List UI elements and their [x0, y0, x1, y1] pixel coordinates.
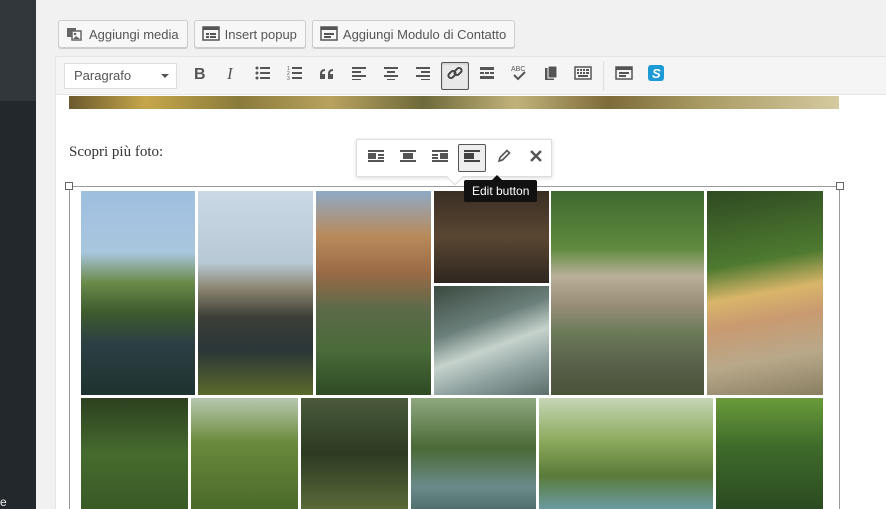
- format-select[interactable]: Paragrafo: [64, 62, 177, 89]
- remove-icon: [529, 149, 543, 168]
- toolbar-toggle-button[interactable]: [569, 62, 597, 90]
- add-contact-form-button[interactable]: Aggiungi Modulo di Contatto: [311, 20, 516, 48]
- resize-handle-top-left[interactable]: [65, 182, 73, 190]
- image-align-right-button[interactable]: [426, 144, 454, 172]
- numbered-list-icon: 123: [287, 66, 303, 85]
- sidebar-footer-text: e: [0, 495, 7, 509]
- svg-text:ABC: ABC: [511, 66, 525, 73]
- spellcheck-button[interactable]: ABC: [505, 62, 533, 90]
- photo-gallery-image[interactable]: [81, 191, 823, 509]
- blockquote-button[interactable]: [313, 62, 341, 90]
- align-right-icon: [431, 149, 449, 168]
- add-media-icon: [66, 26, 84, 42]
- link-icon: [446, 64, 464, 87]
- gallery-photo: [81, 398, 188, 509]
- chevron-down-icon: [160, 68, 170, 83]
- gallery-photo: [539, 398, 713, 509]
- gallery-photo: [434, 191, 549, 283]
- edit-pencil-icon: [496, 148, 512, 169]
- svg-text:B: B: [194, 66, 206, 81]
- add-media-button[interactable]: Aggiungi media: [58, 20, 188, 48]
- align-center-icon: [399, 149, 417, 168]
- form-button[interactable]: [610, 62, 638, 90]
- sidebar-menu-area[interactable]: [0, 0, 36, 101]
- svg-text:I: I: [226, 65, 234, 81]
- format-select-value: Paragrafo: [74, 68, 132, 83]
- gallery-photo: [716, 398, 823, 509]
- numbered-list-button[interactable]: 123: [281, 62, 309, 90]
- align-left-button[interactable]: [345, 62, 373, 90]
- gallery-photo: [551, 191, 704, 395]
- insert-popup-label: Insert popup: [224, 26, 297, 42]
- align-right-button[interactable]: [409, 62, 437, 90]
- gallery-photo: [301, 398, 408, 509]
- align-center-icon: [383, 66, 399, 85]
- align-center-button[interactable]: [377, 62, 405, 90]
- shortcode-icon: S: [648, 65, 664, 86]
- image-align-left-button[interactable]: [362, 144, 390, 172]
- paragraph-text[interactable]: Scopri più foto:: [69, 144, 163, 161]
- shortcode-button[interactable]: S: [642, 62, 670, 90]
- bullet-list-button[interactable]: [249, 62, 277, 90]
- admin-sidebar: e: [0, 0, 36, 509]
- italic-icon: I: [224, 64, 238, 86]
- remove-image-button[interactable]: [522, 144, 550, 172]
- popup-icon: [201, 26, 220, 42]
- read-more-button[interactable]: [473, 62, 501, 90]
- gallery-photo: [707, 191, 823, 395]
- spellcheck-icon: ABC: [510, 64, 528, 87]
- align-none-icon: [463, 149, 481, 168]
- toolbar-toggle-icon: [574, 66, 592, 85]
- italic-button[interactable]: I: [217, 62, 245, 90]
- blockquote-icon: [319, 67, 335, 85]
- contact-form-icon: [320, 26, 338, 42]
- gallery-photo: [198, 191, 313, 395]
- resize-handle-top-right[interactable]: [836, 182, 844, 190]
- media-buttons-row: Aggiungi media Insert popup Aggiungi Mod…: [58, 20, 516, 48]
- add-contact-form-label: Aggiungi Modulo di Contatto: [342, 26, 507, 42]
- align-right-icon: [415, 66, 431, 85]
- distraction-free-button[interactable]: [537, 62, 565, 90]
- read-more-icon: [479, 66, 495, 85]
- svg-text:S: S: [652, 66, 661, 81]
- bold-icon: B: [192, 65, 206, 86]
- distraction-free-icon: [544, 65, 558, 86]
- gallery-photo: [411, 398, 536, 509]
- bold-button[interactable]: B: [185, 62, 213, 90]
- add-media-label: Aggiungi media: [89, 26, 179, 42]
- editor-toolbar: Paragrafo B I 123 ABC S: [56, 57, 886, 95]
- bullet-list-icon: [255, 66, 271, 85]
- image-inline-toolbar: [356, 139, 552, 186]
- image-align-center-button[interactable]: [394, 144, 422, 172]
- image-align-none-button[interactable]: [458, 144, 486, 172]
- edit-image-button[interactable]: [490, 144, 518, 172]
- edit-button-tooltip: Edit button: [464, 175, 538, 202]
- gallery-photo: [434, 286, 549, 395]
- align-left-icon: [351, 66, 367, 85]
- previous-image-bottom[interactable]: [69, 96, 839, 109]
- svg-text:3: 3: [287, 76, 290, 80]
- link-button[interactable]: [441, 61, 469, 90]
- form-icon: [615, 66, 633, 85]
- gallery-photo: [81, 191, 195, 395]
- gallery-photo: [316, 191, 431, 395]
- align-left-icon: [367, 149, 385, 168]
- toolbar-separator: [603, 60, 604, 91]
- insert-popup-button[interactable]: Insert popup: [193, 20, 306, 48]
- gallery-photo: [191, 398, 298, 509]
